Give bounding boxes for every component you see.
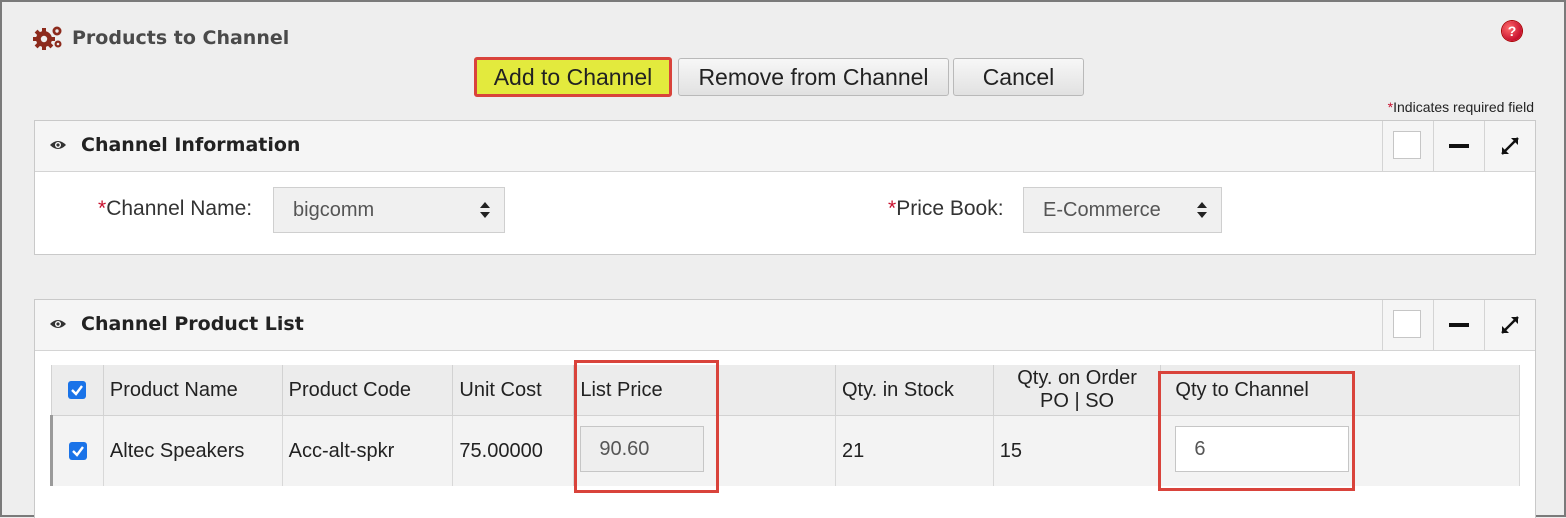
panel-title: Channel Information [81,134,301,156]
cancel-button[interactable]: Cancel [953,58,1084,96]
panel-select-checkbox[interactable] [1393,131,1421,159]
qty-to-channel-cell: 6 [1160,415,1520,486]
col-qty-in-stock[interactable]: Qty. in Stock [835,365,994,416]
product-name-cell[interactable]: Altec Speakers [103,415,283,486]
price-book-label-text: Price Book: [896,197,1004,220]
channel-name-label-text: Channel Name: [106,197,253,220]
panel-header: Channel Product List [35,300,1535,351]
gears-icon [33,26,62,50]
add-to-channel-button[interactable]: Add to Channel [474,57,672,97]
minimize-cell [1433,121,1484,171]
col-unit-cost[interactable]: Unit Cost [452,365,575,416]
minimize-icon[interactable] [1449,144,1469,148]
select-cell [1382,121,1433,171]
remove-from-channel-button[interactable]: Remove from Channel [678,58,949,96]
table-row: Altec Speakers Acc-alt-spkr 75.00000 90.… [50,415,1520,486]
col-qty-to-channel[interactable]: Qty to Channel [1160,365,1520,416]
required-note-text: Indicates required field [1393,99,1534,115]
panel-title: Channel Product List [81,313,304,335]
panel-tools [1382,300,1535,350]
updown-arrow-icon [1197,202,1207,218]
col-product-name[interactable]: Product Name [103,365,283,416]
eye-icon[interactable] [49,138,67,152]
updown-arrow-icon [480,202,490,218]
price-book-label: *Price Book: [888,197,1004,221]
select-all-checkbox[interactable] [68,381,87,399]
qty-in-stock-cell: 21 [835,415,994,486]
eye-icon[interactable] [49,317,67,331]
col-qty-on-order-line2: PO | SO [1040,390,1115,412]
page-header: Products to Channel [32,24,289,52]
required-star: * [98,197,107,220]
expand-cell [1484,121,1535,171]
channel-name-label: *Channel Name: [98,197,252,221]
list-price-input[interactable]: 90.60 [580,426,705,472]
product-table: Product Name Product Code Unit Cost List… [50,365,1520,486]
price-book-select[interactable]: E-Commerce [1023,187,1222,233]
select-all-cell [51,365,104,416]
row-select-cell [50,415,104,486]
required-star: * [888,197,897,220]
minimize-icon[interactable] [1449,323,1469,327]
col-qty-on-order-line1: Qty. on Order [1017,367,1137,389]
channel-name-value: bigcomm [293,198,375,221]
row-checkbox[interactable] [68,442,87,460]
price-book-value: E-Commerce [1043,198,1161,221]
channel-information-panel: Channel Information *Channel Name: bigco… [34,120,1536,255]
expand-cell [1484,300,1535,350]
col-qty-on-order[interactable]: Qty. on Order PO | SO [993,365,1162,416]
table-header-row: Product Name Product Code Unit Cost List… [51,365,1520,416]
expand-icon[interactable] [1499,135,1521,157]
qty-to-channel-input[interactable]: 6 [1175,426,1350,472]
required-field-note: *Indicates required field [1388,99,1534,115]
channel-product-list-panel: Channel Product List Product Name Produc… [34,299,1536,518]
channel-name-select[interactable]: bigcomm [273,187,505,233]
minimize-cell [1433,300,1484,350]
product-code-cell: Acc-alt-spkr [282,415,454,486]
qty-on-order-cell: 15 [993,415,1162,486]
unit-cost-cell: 75.00000 [452,415,575,486]
toolbar: Add to Channel Remove from Channel Cance… [474,57,1084,97]
panel-tools [1382,121,1535,171]
col-list-price[interactable]: List Price [573,365,836,416]
page-title: Products to Channel [72,27,290,49]
select-cell [1382,300,1433,350]
panel-header: Channel Information [35,121,1535,172]
help-icon[interactable]: ? [1502,21,1522,41]
list-price-cell: 90.60 [573,415,836,486]
expand-icon[interactable] [1499,314,1521,336]
col-product-code[interactable]: Product Code [282,365,454,416]
panel-select-checkbox[interactable] [1393,310,1421,338]
